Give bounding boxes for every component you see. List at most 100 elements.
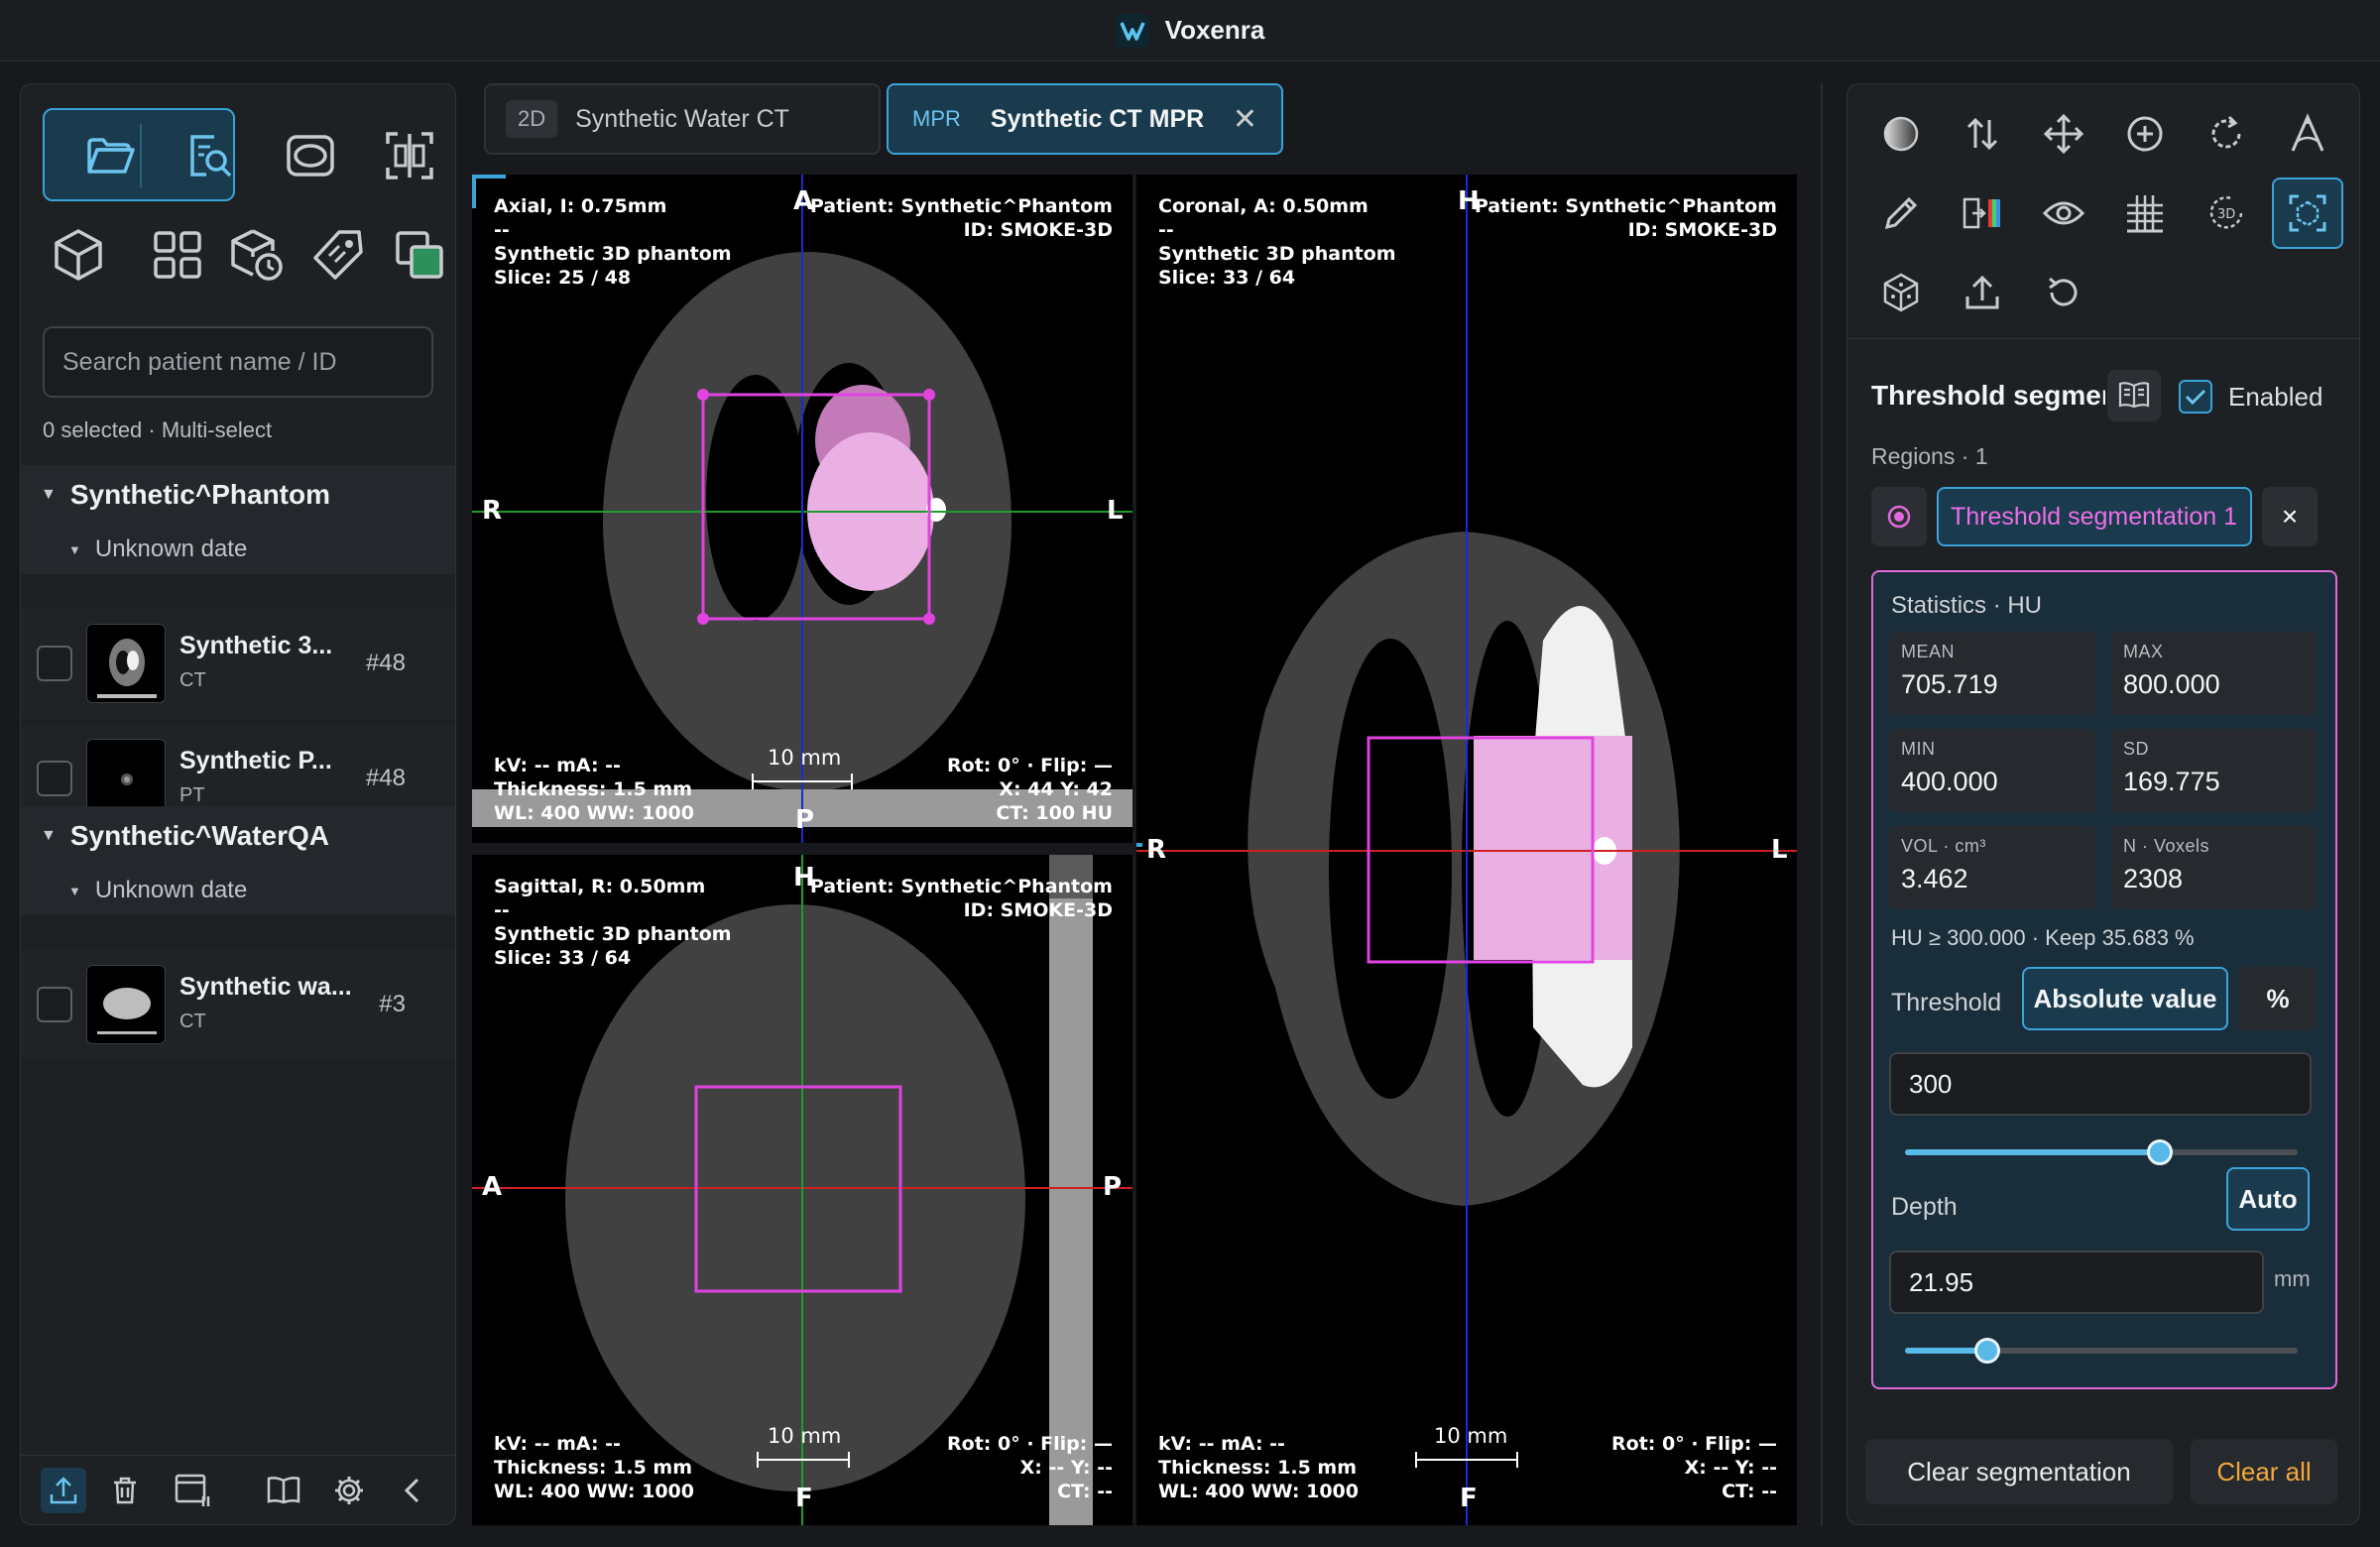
series-checkbox[interactable]: [37, 646, 72, 681]
folder-icon: [87, 138, 135, 174]
tab-synthetic-water-ct[interactable]: 2D Synthetic Water CT: [484, 83, 881, 155]
title-bar: Voxenra: [0, 0, 2380, 61]
draw-tool[interactable]: [1865, 178, 1937, 249]
study-date-row[interactable]: ▼ Unknown date: [21, 866, 455, 915]
rotate-icon: [2211, 115, 2241, 149]
percent-toggle[interactable]: %: [2238, 967, 2318, 1030]
sagittal-orient-right: P: [1103, 1172, 1123, 1202]
angle-tool[interactable]: [2272, 98, 2343, 170]
series-checkbox[interactable]: [37, 761, 72, 796]
colormap-tool[interactable]: [1947, 178, 2018, 249]
axial-scale-label: 10 mm: [768, 746, 842, 770]
rotate-3d-tool[interactable]: 3D: [2191, 178, 2262, 249]
search-document-icon: [190, 135, 232, 178]
export-button[interactable]: [41, 1468, 86, 1513]
remove-region-button[interactable]: ×: [2262, 487, 2318, 546]
axial-viewport[interactable]: Axial, I: 0.75mm -- Synthetic 3D phantom Sl…: [472, 175, 1132, 843]
series-manager-button[interactable]: [170, 1468, 215, 1513]
coronal-viewport[interactable]: Coronal, A: 0.50mm -- Synthetic 3D phantom…: [1136, 175, 1797, 1525]
volume-render-tool[interactable]: [1865, 257, 1937, 328]
search-studies-button[interactable]: [164, 110, 255, 201]
axial-overlay-bottom-right: Rot: 0° · Flip: — X: 44 Y: 42 CT: 100 HU: [947, 755, 1113, 824]
coronal-scale-label: 10 mm: [1434, 1424, 1508, 1448]
window-level-tool[interactable]: [1865, 98, 1937, 170]
help-docs-button[interactable]: [2107, 370, 2161, 421]
threshold-segmentation-tool[interactable]: [2272, 178, 2343, 249]
scroll-tool[interactable]: [1947, 98, 2018, 170]
roi-view-button[interactable]: [265, 110, 356, 201]
clear-all-button[interactable]: Clear all: [2191, 1439, 2337, 1504]
fusion-button[interactable]: [374, 209, 465, 300]
export-tool[interactable]: [1947, 257, 2018, 328]
zoom-tool[interactable]: [2109, 98, 2181, 170]
depth-input[interactable]: [1889, 1250, 2264, 1314]
contrast-icon: [1883, 116, 1919, 152]
tools-panel: 3D Threshold segmentation Enabled Region…: [1846, 83, 2360, 1525]
close-tab-icon[interactable]: ✕: [1233, 102, 1257, 137]
depth-slider[interactable]: [1905, 1336, 2298, 1366]
cube-dots-icon: [1883, 273, 1919, 312]
open-folder-button[interactable]: [64, 110, 156, 201]
radio-dot-icon: [1887, 505, 1911, 529]
cube-clock-icon: [231, 229, 283, 281]
region-item-threshold-segmentation-1[interactable]: Threshold segmentation 1: [1937, 487, 2252, 546]
depth-unit: mm: [2274, 1266, 2311, 1291]
threshold-summary: HU ≥ 300.000 · Keep 35.683 %: [1891, 925, 2195, 950]
book-icon: [267, 1477, 300, 1504]
sagittal-overlay-top-left: Sagittal, R: 0.50mm -- Synthetic 3D phanto…: [494, 876, 732, 969]
series-item[interactable]: Synthetic 3... CT #48: [21, 608, 455, 719]
coronal-overlay-top-left: Coronal, A: 0.50mm -- Synthetic 3D phantom…: [1158, 195, 1396, 289]
grid-tool[interactable]: [2109, 178, 2181, 249]
volume-3d-button[interactable]: [33, 209, 124, 300]
tag-icon: [313, 230, 363, 280]
layout-split-button[interactable]: [364, 110, 455, 201]
window-list-icon: [175, 1474, 210, 1506]
region-color-button[interactable]: [1871, 487, 1927, 546]
coronal-overlay-bottom-right: Rot: 0° · Flip: — X: -- Y: -- CT: --: [1611, 1433, 1777, 1502]
upload-icon: [1965, 275, 1999, 309]
stat-min: MIN 400.000: [1889, 729, 2095, 812]
study-date: Unknown date: [94, 536, 248, 562]
cine-3d-button[interactable]: [211, 209, 302, 300]
absolute-value-toggle[interactable]: Absolute value: [2022, 967, 2228, 1030]
threshold-input[interactable]: [1889, 1052, 2312, 1116]
visibility-tool[interactable]: [2028, 178, 2099, 249]
cube-icon: [55, 229, 102, 281]
enabled-checkbox[interactable]: [2179, 380, 2212, 414]
docs-button[interactable]: [261, 1468, 306, 1513]
panel-divider[interactable]: [1821, 83, 1823, 1525]
patient-group-header[interactable]: ▼ Synthetic^WaterQA: [21, 806, 455, 866]
rotate-tool[interactable]: [2191, 98, 2262, 170]
sagittal-viewport[interactable]: Sagittal, R: 0.50mm -- Synthetic 3D phanto…: [472, 855, 1132, 1525]
tab-label: Synthetic Water CT: [575, 104, 789, 133]
tag-button[interactable]: [293, 209, 384, 300]
grid-layout-button[interactable]: [132, 209, 223, 300]
statistics-title: Statistics · HU: [1891, 592, 2043, 619]
depth-auto-button[interactable]: Auto: [2226, 1167, 2310, 1231]
series-item[interactable]: Synthetic wa... CT #3: [21, 949, 455, 1060]
coronal-image: [1136, 175, 1797, 1525]
upload-icon: [50, 1477, 77, 1504]
study-date-row[interactable]: ▼ Unknown date: [21, 525, 455, 574]
svg-text:3D: 3D: [2217, 207, 2235, 222]
tab-synthetic-ct-mpr[interactable]: MPR Synthetic CT MPR ✕: [887, 83, 1283, 155]
clear-segmentation-button[interactable]: Clear segmentation: [1865, 1439, 2173, 1504]
gear-icon: [335, 1477, 363, 1504]
search-patient-input[interactable]: [43, 326, 433, 398]
patient-name: Synthetic^WaterQA: [69, 820, 329, 851]
reset-tool[interactable]: [2028, 257, 2099, 328]
threshold-slider[interactable]: [1905, 1137, 2298, 1167]
series-count: #48: [365, 765, 406, 791]
settings-button[interactable]: [326, 1468, 372, 1513]
app-title: Voxenra: [1164, 15, 1265, 45]
stat-max: MAX 800.000: [2111, 632, 2318, 715]
delete-button[interactable]: [102, 1468, 148, 1513]
series-checkbox[interactable]: [37, 987, 72, 1022]
patient-group-header[interactable]: ▼ Synthetic^Phantom: [21, 465, 455, 525]
pan-tool[interactable]: [2028, 98, 2099, 170]
collapse-panel-button[interactable]: [390, 1468, 435, 1513]
slider-handle[interactable]: [2147, 1139, 2174, 1165]
series-thumbnail: [86, 965, 166, 1044]
sagittal-overlay-bottom-right: Rot: 0° · Flip: — X: -- Y: -- CT: --: [947, 1433, 1113, 1502]
slider-handle[interactable]: [1974, 1338, 2001, 1364]
